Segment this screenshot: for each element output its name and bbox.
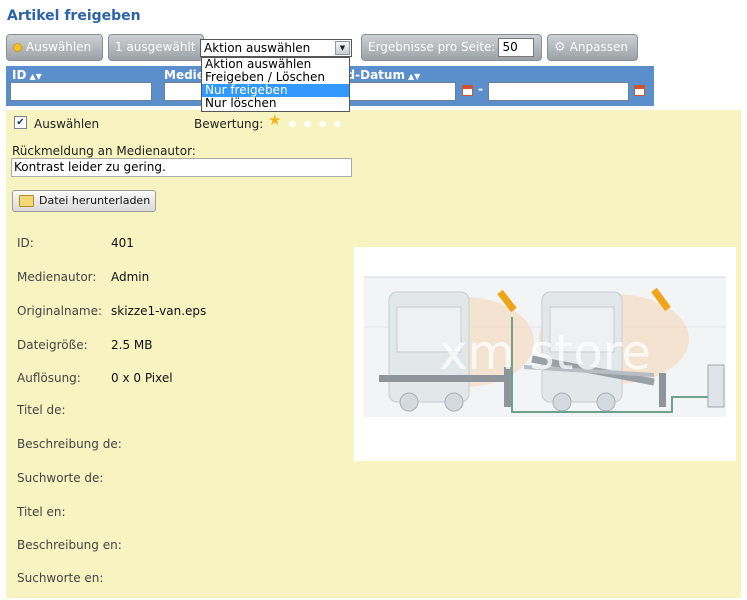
- field-value: 401: [111, 236, 134, 250]
- field-value: 0 x 0 Pixel: [111, 371, 173, 385]
- action-select-value: Aktion auswählen: [204, 41, 311, 55]
- item-select-checkbox[interactable]: ✔: [14, 116, 27, 129]
- field-label: Auflösung:: [17, 371, 81, 385]
- field-label: Medienautor:: [17, 270, 97, 284]
- star-empty-icon[interactable]: ●: [319, 116, 326, 131]
- dot-icon: [13, 43, 22, 52]
- download-button[interactable]: Datei herunterladen: [12, 190, 156, 212]
- select-all-label: Auswählen: [26, 40, 92, 54]
- folder-icon: [19, 195, 34, 207]
- field-label: Beschreibung de:: [17, 437, 122, 451]
- field-label: Titel de:: [17, 403, 66, 417]
- calendar-icon[interactable]: [634, 85, 645, 96]
- column-header-date[interactable]: nd-Datum ▲▼: [338, 68, 420, 82]
- media-preview-image: xm store: [354, 247, 736, 461]
- feedback-input[interactable]: Kontrast leider zu gering.: [11, 158, 352, 177]
- date-range-separator: -: [478, 82, 483, 96]
- selected-count-button[interactable]: 1 ausgewählt: [108, 34, 204, 61]
- gear-icon: ⚙: [554, 40, 566, 55]
- field-value: Admin: [111, 270, 150, 284]
- action-dropdown: Aktion auswählen Freigeben / Löschen Nur…: [201, 57, 350, 112]
- column-header-media[interactable]: Medie: [164, 68, 205, 82]
- date-to-filter-input[interactable]: [488, 82, 629, 101]
- customize-label: Anpassen: [569, 40, 628, 54]
- action-select[interactable]: Aktion auswählen ▼: [200, 39, 352, 57]
- field-value: skizze1-van.eps: [111, 304, 207, 318]
- column-header-id-label: ID: [12, 68, 27, 82]
- watermark-text: xm store: [439, 325, 651, 381]
- sort-icon[interactable]: ▲▼: [29, 72, 41, 81]
- select-all-button[interactable]: Auswählen: [6, 34, 103, 61]
- field-label: Suchworte de:: [17, 471, 104, 485]
- download-label: Datei herunterladen: [39, 194, 151, 207]
- page-title: Artikel freigeben: [7, 8, 141, 24]
- field-label: Titel en:: [17, 505, 66, 519]
- star-empty-icon[interactable]: ●: [334, 116, 341, 131]
- results-per-page-label: Ergebnisse pro Seite:: [368, 40, 496, 54]
- star-filled-icon[interactable]: ★: [268, 113, 281, 128]
- field-value: 2.5 MB: [111, 338, 153, 352]
- chevron-down-icon[interactable]: ▼: [335, 41, 350, 55]
- sort-icon[interactable]: ▲▼: [408, 72, 420, 81]
- selected-count-label: 1 ausgewählt: [115, 40, 196, 54]
- field-label: Beschreibung en:: [17, 538, 122, 552]
- star-empty-icon[interactable]: ●: [304, 116, 311, 131]
- field-label: Originalname:: [17, 304, 103, 318]
- customize-button[interactable]: ⚙ Anpassen: [547, 34, 638, 61]
- id-filter-input[interactable]: [10, 82, 152, 101]
- results-per-page: Ergebnisse pro Seite: 50: [361, 34, 542, 61]
- column-header-id[interactable]: ID ▲▼: [12, 68, 42, 82]
- results-per-page-input[interactable]: 50: [498, 38, 535, 57]
- field-label: Dateigröße:: [17, 338, 88, 352]
- feedback-label: Rückmeldung an Medienautor:: [12, 144, 196, 158]
- star-empty-icon[interactable]: ●: [289, 116, 296, 131]
- field-label: ID:: [17, 236, 34, 250]
- rating-label: Bewertung:: [194, 117, 264, 131]
- item-panel: ✔ Auswählen Bewertung: ★ ● ● ● ● Rückmel…: [6, 110, 741, 598]
- calendar-icon[interactable]: [462, 85, 473, 96]
- item-select-label: Auswählen: [34, 117, 100, 131]
- action-option[interactable]: Nur löschen: [202, 97, 349, 110]
- field-label: Suchworte en:: [17, 571, 104, 585]
